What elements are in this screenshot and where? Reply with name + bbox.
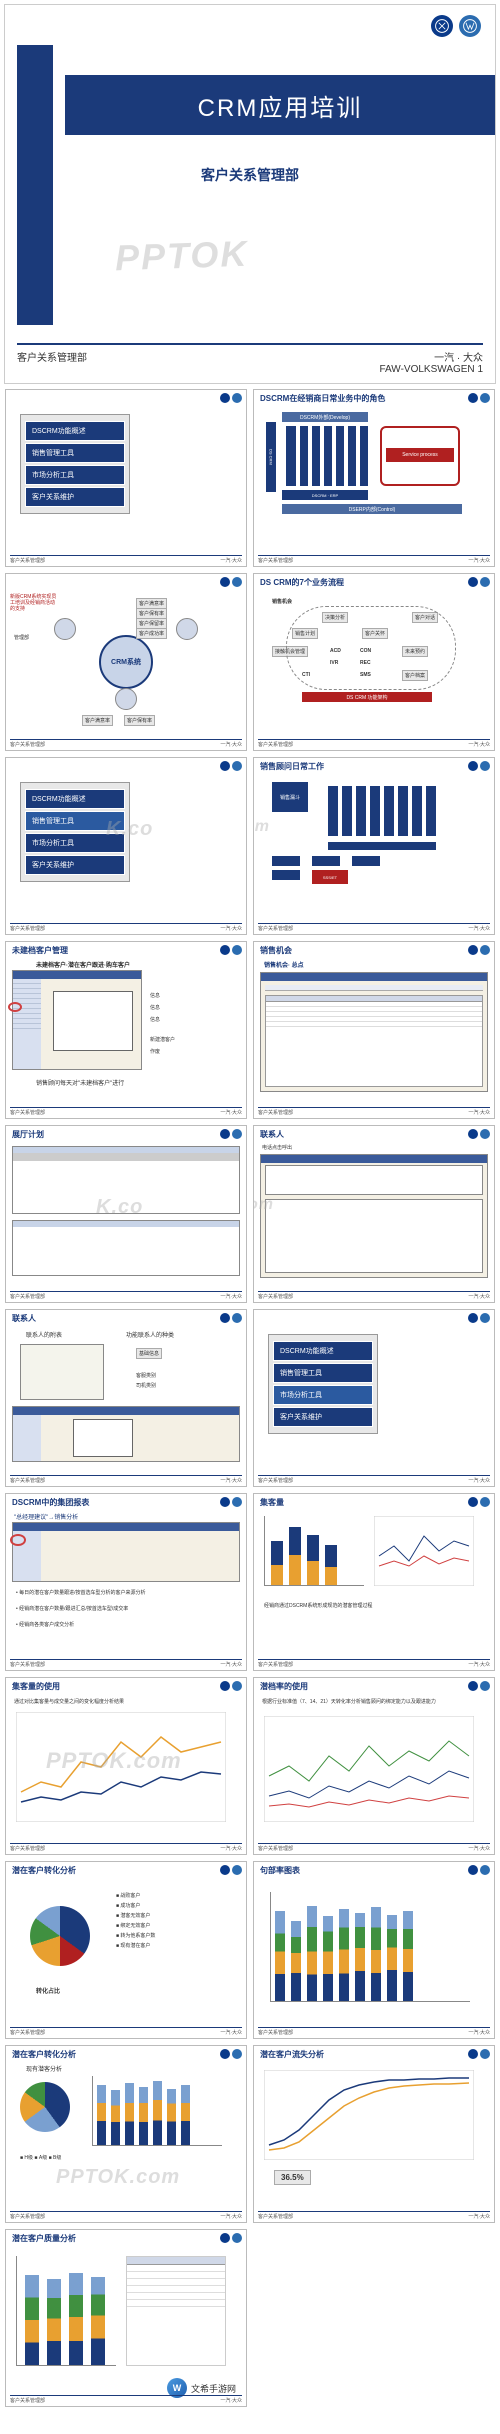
faw-logo <box>431 15 453 37</box>
slide-unfiled-customer: 未建档客户管理 未建档客户·潜在客户跟进·购车客户 信息 信息 信息 新建潜客户… <box>2 938 250 1122</box>
attribution-text: 文希手游网 <box>191 2382 236 2395</box>
slide-conversion-pie: 潜在客户转化分析 ■ 战败客户 ■ 成功客户 ■ 潜客无效客户 ■ 绑定无效客户… <box>2 1858 250 2042</box>
vw-logo <box>459 15 481 37</box>
slide-sales-opportunity: 销售机会 销售机会· 总点 客户关系管理部一汽·大众 <box>250 938 498 1122</box>
menu-item: DSCRM功能概述 <box>25 421 125 441</box>
menu-item: 客户关系维护 <box>25 487 125 507</box>
slide-crm-circle: 新版CRM系统实现员工培训及经销商活动的支持 CRM系统 客户满意率 客户保有率… <box>2 570 250 754</box>
menu-box: DSCRM功能概述 销售管理工具 市场分析工具 客户关系维护 <box>20 414 130 514</box>
cover-subtitle: 客户关系管理部 <box>5 165 495 185</box>
slide-volume-use: 集客量的使用 通过对比集客量与成交量之间的变化幅度分析结果 PPTOK.com … <box>2 1674 250 1858</box>
watermark: PPTOK <box>114 233 249 280</box>
cover-title-band: CRM应用培训 <box>65 75 495 135</box>
crm-circle: CRM系统 <box>99 635 153 689</box>
footer-right: 一汽 · 大众 FAW-VOLKSWAGEN 1 <box>379 349 483 375</box>
cover-slide: CRM应用培训 客户关系管理部 PPTOK 客户关系管理部 一汽 · 大众 FA… <box>4 4 496 384</box>
slide-title: DSCRM在经销商日常业务中的角色 <box>260 393 385 404</box>
slide-rate-stacked: 句部率图表 客户关系管理部一汽·大众 <box>250 1858 498 2042</box>
cover-footer: 客户关系管理部 一汽 · 大众 FAW-VOLKSWAGEN 1 <box>17 343 483 375</box>
cover-side-bar <box>17 45 53 325</box>
slide-menu-1: DSCRM功能概述 销售管理工具 市场分析工具 客户关系维护 客户关系管理部一汽… <box>2 386 250 570</box>
slide-conversion-2: 潜在客户转化分析 现有潜客分析 ■ H级 ■ A级 ■ B级 PPTOK.com… <box>2 2042 250 2226</box>
brand-logos <box>431 15 481 37</box>
slide-rate-use: 潜档率的使用 根据行业标准值（7、14、21）天转化率分析销售顾问的绑定能力以及… <box>250 1674 498 1858</box>
slide-quality-analysis: 潜在客户质量分析 W 文希手游网 客户关系管理部一汽·大众 <box>2 2226 250 2410</box>
slide-volume-chart: 集客量 经销商通过DSCRM系统形成规范的潜客管理过程 客户关系管理部一汽·大众 <box>250 1490 498 1674</box>
cover-title: CRM应用培训 <box>198 88 363 123</box>
slide-loss-analysis: 潜在客户流失分析 36.5% 客户关系管理部一汽·大众 <box>250 2042 498 2226</box>
footer-left: 客户关系管理部 <box>17 349 87 375</box>
slide-menu-3: DSCRM功能概述 销售管理工具 市场分析工具 客户关系维护 客户关系管理部一汽… <box>250 1306 498 1490</box>
slide-grid: DSCRM功能概述 销售管理工具 市场分析工具 客户关系维护 客户关系管理部一汽… <box>0 384 500 2412</box>
slide-role-diagram: DSCRM在经销商日常业务中的角色 DSCRM外部(Develop) DSCRM… <box>250 386 498 570</box>
slide-daily-work: 销售顾问日常工作 销售漏斗 SSS/ET om 客户关系管理部一汽·大众 <box>250 754 498 938</box>
slide-contact-1: 联系人 电话点击呼出 om 客户关系管理部一汽·大众 <box>250 1122 498 1306</box>
slide-group-report: DSCRM中的集团报表 "总经理建议"→销售分析 • 每日的潜在客户数量跟进/按… <box>2 1490 250 1674</box>
slide-menu-2: DSCRM功能概述 销售管理工具 市场分析工具 客户关系维护 K.co 客户关系… <box>2 754 250 938</box>
slide-showroom-plan: 展厅计划 K.co 客户关系管理部一汽·大众 <box>2 1122 250 1306</box>
menu-item: 销售管理工具 <box>25 443 125 463</box>
slide-7-processes: DS CRM的7个业务流程 销售机会 决策分析 销售计划 客户关怀 客户对话 A… <box>250 570 498 754</box>
slide-contact-2: 联系人 联系人的附表 功能联系人的种类 基础信息 客服类别 司机类别 客户关系管… <box>2 1306 250 1490</box>
menu-item: 市场分析工具 <box>25 465 125 485</box>
